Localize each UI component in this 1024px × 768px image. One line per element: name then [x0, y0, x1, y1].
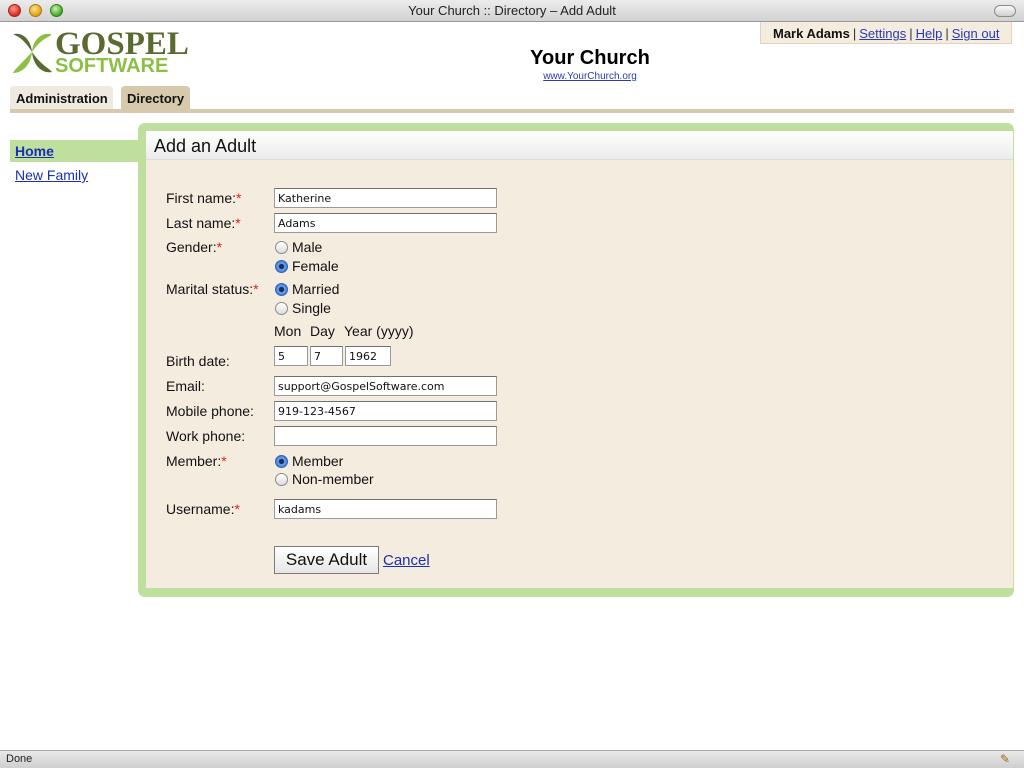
- status-text: Done: [6, 753, 33, 765]
- first-name-label-text: First name:: [166, 190, 237, 206]
- last-name-label: Last name:*: [166, 215, 241, 231]
- birth-month-input[interactable]: [274, 346, 308, 366]
- required-asterisk: *: [253, 281, 259, 297]
- separator: |: [852, 26, 857, 41]
- tab-administration[interactable]: Administration: [10, 86, 113, 110]
- sidebar-item-home: Home: [10, 140, 142, 162]
- member-radio[interactable]: [275, 455, 288, 468]
- marital-single-label: Single: [292, 300, 331, 316]
- username-input[interactable]: [274, 499, 497, 519]
- gender-male-label: Male: [292, 239, 323, 255]
- window-title: Your Church :: Directory – Add Adult: [408, 3, 616, 18]
- first-name-input[interactable]: [274, 188, 497, 208]
- save-adult-button[interactable]: Save Adult: [274, 546, 379, 574]
- window-titlebar: Your Church :: Directory – Add Adult: [0, 0, 1024, 22]
- settings-link[interactable]: Settings: [859, 26, 906, 41]
- church-url-link[interactable]: www.YourChurch.org: [490, 71, 690, 82]
- broom-icon: ✎: [999, 752, 1010, 766]
- gender-female-radio[interactable]: [275, 260, 288, 273]
- page-title: Add an Adult: [154, 136, 257, 156]
- sidebar-item-new-family[interactable]: New Family: [15, 167, 88, 183]
- toolbar-toggle-button[interactable]: [994, 5, 1016, 17]
- cancel-link[interactable]: Cancel: [383, 552, 430, 569]
- separator: |: [909, 26, 913, 41]
- status-bar: Done ✎: [0, 750, 1024, 768]
- marital-status-label-text: Marital status:: [166, 281, 254, 297]
- required-asterisk: *: [216, 239, 223, 255]
- birth-day-input[interactable]: [310, 346, 343, 366]
- first-name-label: First name:*: [166, 190, 241, 206]
- marital-married-radio[interactable]: [275, 283, 288, 296]
- username-label: Username:*: [166, 501, 240, 517]
- mobile-phone-input[interactable]: [274, 401, 497, 421]
- logo-text-software: SOFTWARE: [55, 55, 169, 77]
- gospel-software-logo[interactable]: GOSPEL SOFTWARE: [11, 28, 189, 77]
- member-label-text: Member:: [166, 453, 222, 469]
- user-menu: Mark Adams | Settings | Help | Sign out: [760, 22, 1012, 44]
- required-asterisk: *: [236, 190, 242, 206]
- member-option-label: Member: [292, 453, 344, 469]
- last-name-label-text: Last name:: [166, 215, 236, 231]
- non-member-radio[interactable]: [275, 473, 288, 486]
- birth-date-label: Birth date:: [166, 353, 230, 369]
- church-name: Your Church: [530, 47, 650, 69]
- marital-married-label: Married: [292, 281, 340, 297]
- non-member-option-label: Non-member: [292, 471, 374, 487]
- required-asterisk: *: [221, 453, 227, 469]
- work-phone-input[interactable]: [274, 426, 497, 446]
- required-asterisk: *: [234, 501, 240, 517]
- birth-day-header: Day: [310, 323, 335, 339]
- work-phone-label: Work phone:: [166, 428, 246, 444]
- mobile-phone-label: Mobile phone:: [166, 403, 254, 419]
- last-name-input[interactable]: [274, 213, 497, 233]
- gender-label: Gender:*: [166, 239, 222, 255]
- gender-male-radio[interactable]: [275, 241, 288, 254]
- user-name: Mark Adams: [773, 26, 850, 41]
- add-adult-panel: Add an Adult: [138, 123, 1014, 597]
- email-label: Email:: [166, 378, 205, 394]
- sign-out-link[interactable]: Sign out: [952, 26, 1000, 41]
- required-asterisk: *: [235, 215, 241, 231]
- marital-single-radio[interactable]: [275, 302, 288, 315]
- tab-directory[interactable]: Directory: [121, 86, 190, 110]
- panel-header: Add an Adult: [146, 131, 1013, 160]
- gender-female-label: Female: [292, 258, 339, 274]
- leaf-logo-icon: [13, 33, 52, 73]
- birth-month-header: Mon: [274, 323, 302, 339]
- tab-underline: [10, 109, 1014, 113]
- birth-year-header: Year (yyyy): [344, 323, 414, 339]
- separator: |: [945, 26, 949, 41]
- sidebar-home-link[interactable]: Home: [15, 143, 54, 159]
- email-input[interactable]: [274, 376, 497, 396]
- help-link[interactable]: Help: [916, 26, 943, 41]
- gender-label-text: Gender:: [166, 239, 217, 255]
- birth-year-input[interactable]: [345, 346, 391, 366]
- username-label-text: Username:: [166, 501, 235, 517]
- marital-status-label: Marital status:*: [166, 281, 259, 297]
- member-label: Member:*: [166, 453, 227, 469]
